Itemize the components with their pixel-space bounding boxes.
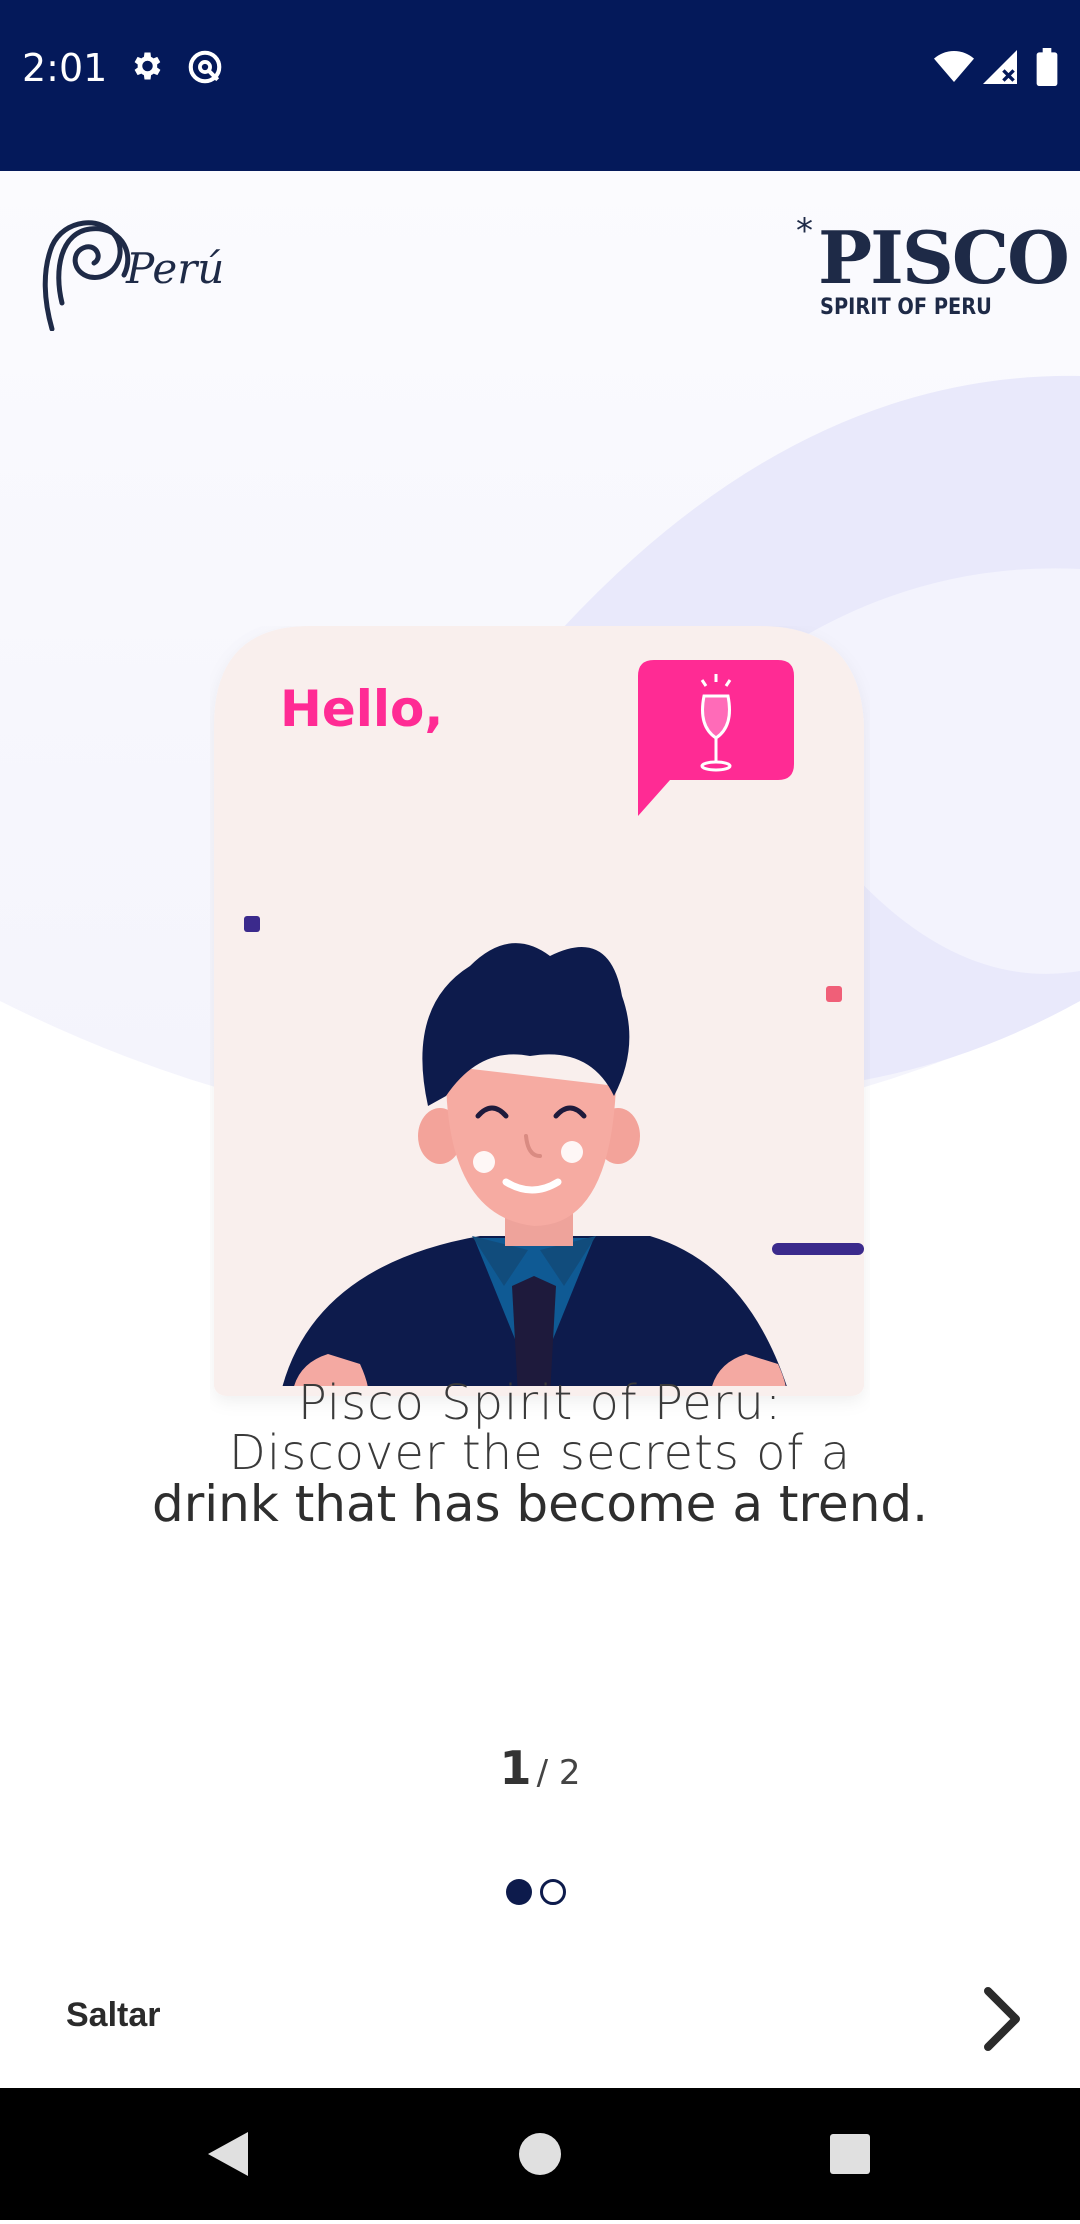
back-button[interactable] xyxy=(156,2088,296,2220)
headline-line-3: drink that has become a trend. xyxy=(151,1475,929,1533)
headline-line-1: Pisco Spirit of Peru: xyxy=(297,1375,783,1431)
system-nav-bar xyxy=(0,2088,1080,2220)
status-time: 2:01 xyxy=(22,46,108,90)
data-saver-icon xyxy=(186,48,224,90)
pisco-logo: * PISCO SPIRIT OF PERU xyxy=(790,211,1070,335)
next-button[interactable] xyxy=(960,1979,1040,2059)
recents-icon xyxy=(830,2134,870,2174)
headline-line-2: Discover the secrets of a xyxy=(228,1425,852,1481)
onboarding-screen: Perú * PISCO SPIRIT OF PERU Hello, Pisco… xyxy=(0,171,1080,2088)
onboarding-headline: Pisco Spirit of Peru: Discover the secre… xyxy=(0,1378,1080,1530)
status-bar: 2:01 xyxy=(0,0,1080,171)
wifi-icon xyxy=(934,50,974,88)
peru-logo: Perú xyxy=(40,211,230,335)
home-icon xyxy=(519,2133,561,2175)
gear-icon xyxy=(128,48,164,88)
page-current: 1 xyxy=(499,1741,532,1795)
pisco-logo-subtitle: SPIRIT OF PERU xyxy=(820,295,992,320)
peru-logo-text: Perú xyxy=(125,244,224,293)
battery-icon xyxy=(1036,48,1058,90)
pisco-logo-title: PISCO xyxy=(818,215,1070,300)
page-counter: 1 / 2 xyxy=(0,1741,1080,1795)
onboarding-illustration: Hello, xyxy=(210,626,870,1430)
home-button[interactable] xyxy=(470,2088,610,2220)
greeting-text: Hello, xyxy=(280,680,443,738)
pisco-logo-star: * xyxy=(796,211,813,251)
page-dot-2[interactable] xyxy=(540,1879,566,1905)
recents-button[interactable] xyxy=(780,2088,920,2220)
skip-button[interactable]: Saltar xyxy=(66,1996,161,2035)
page-dot-1[interactable] xyxy=(506,1879,532,1905)
page-total: / 2 xyxy=(536,1753,581,1793)
chevron-right-icon xyxy=(984,1987,1020,2051)
back-icon xyxy=(208,2132,248,2176)
signal-icon xyxy=(982,50,1018,88)
